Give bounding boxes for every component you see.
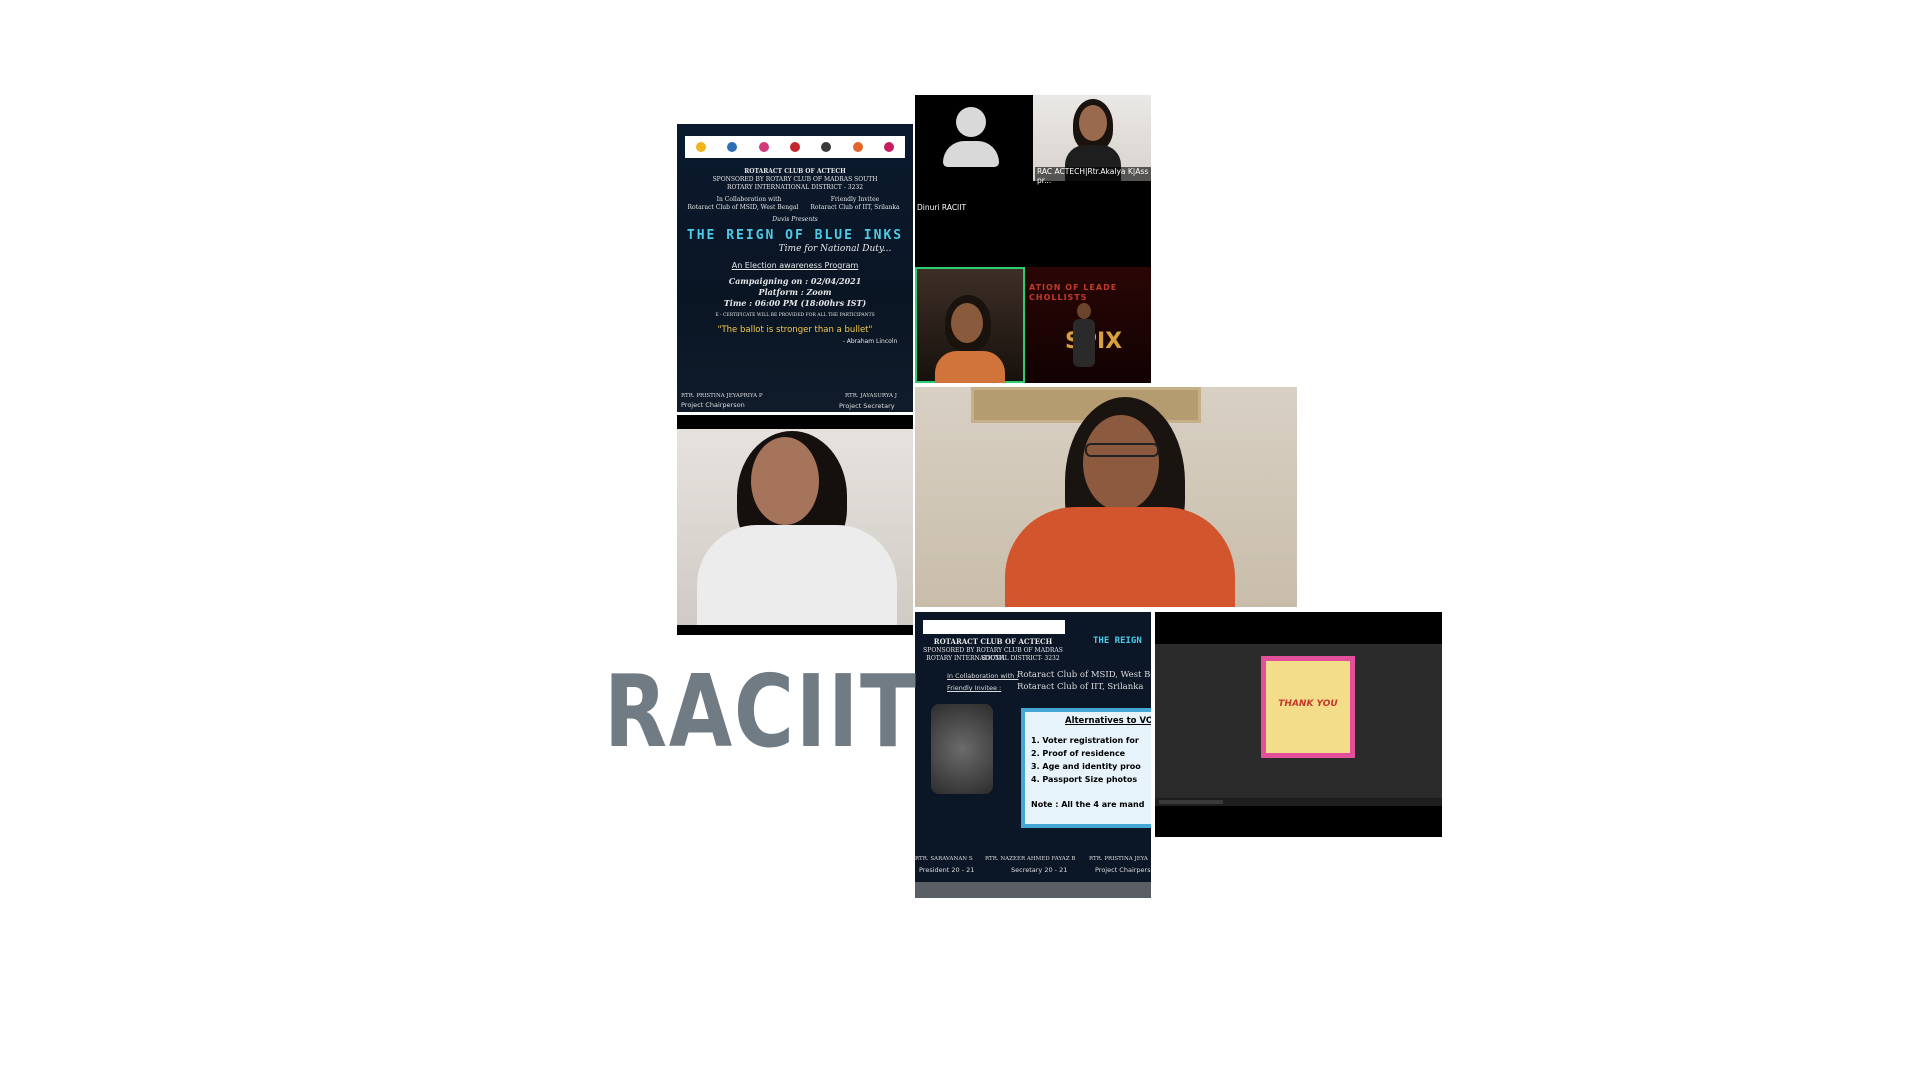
video-call-grid: Dinuri RACIIT RAC ACTECH|Rtr.Akalya K|As… — [915, 95, 1151, 383]
slide-collab-club: Rotaract Club of MSID, West Be — [1017, 670, 1151, 680]
poster-date: Campaigning on : 02/04/2021 — [728, 276, 862, 286]
poster-platform: Platform : Zoom — [758, 287, 832, 297]
participant-video-speaking[interactable] — [915, 267, 1025, 383]
poster-presents: Duvis Presents — [772, 216, 818, 223]
participant-video-stage[interactable]: ATION OF LEADE CHOLLISTS SPIX — [1025, 267, 1151, 383]
rotary-logo-icon — [695, 142, 706, 152]
footer-secretary-role: Secretary 20 - 21 — [1011, 866, 1068, 874]
slide-title-fragment: THE REIGN — [1093, 636, 1142, 646]
poster-subtitle: Time for National Duty... — [778, 244, 892, 254]
poster-program: An Election awareness Program — [731, 261, 859, 270]
footer-secretary-name: RTR. NAZEER AHMED FAYAZ B — [985, 856, 1076, 862]
shield-logo-icon — [821, 142, 832, 152]
thank-you-card: THANK YOU — [1261, 656, 1355, 758]
participant-name-dinuri: Dinuri RACIIT — [917, 203, 967, 212]
poster-certificate: E - CERTIFICATE WILL BE PROVIDED FOR ALL… — [715, 313, 875, 318]
poster-secretary-name: RTR. JAYASURYA J — [845, 393, 897, 399]
presentation-slide: ROTARACT CLUB OF ACTECH SPONSORED BY ROT… — [915, 612, 1151, 898]
alternatives-box: Alternatives to VO 1. Voter registration… — [1021, 708, 1151, 828]
poster-title: THE REIGN OF BLUE INKS — [686, 228, 904, 243]
poster-sponsor: SPONSORED BY ROTARY CLUB OF MADRAS SOUTH — [712, 176, 878, 183]
taskbar — [1155, 798, 1442, 806]
slide-district: ROTARY INTERNATIONAL DISTRICT- 3232 — [926, 655, 1060, 662]
alternatives-title: Alternatives to VO — [1065, 716, 1151, 726]
slide-logos — [923, 620, 1065, 634]
slide-invitee-label: Friendly Invitee : — [947, 684, 1002, 692]
user-avatar-icon — [941, 107, 1001, 171]
poster-time: Time : 06:00 PM (18:00hrs IST) — [723, 298, 867, 308]
msid-logo-icon — [852, 142, 863, 152]
event-poster: ROTARACT CLUB OF ACTECH SPONSORED BY ROT… — [677, 124, 913, 412]
participant-name-akalya: RAC ACTECH|Rtr.Akalya K|Ass pr... — [1035, 167, 1151, 185]
alternative-item: 4. Passport Size photos — [1031, 775, 1138, 784]
slide-invitee-club: Rotaract Club of IIT, Srilanka — [1017, 682, 1144, 692]
brand-label: RACIIT — [604, 653, 918, 770]
participant-video-akalya[interactable]: RAC ACTECH|Rtr.Akalya K|Ass pr... — [1033, 95, 1151, 185]
footer-president-name: RTR. SARAVANAN S — [915, 856, 973, 862]
screen-share: THANK YOU — [1155, 612, 1442, 837]
alternatives-note: Note : All the 4 are mand — [1031, 800, 1145, 809]
speaker-video[interactable] — [915, 387, 1297, 607]
taskbar-search-input[interactable] — [1159, 800, 1223, 804]
alternative-item: 2. Proof of residence — [1031, 749, 1126, 758]
footer-president-role: President 20 - 21 — [919, 866, 975, 874]
district-logo-icon — [727, 142, 738, 152]
slide-club: ROTARACT CLUB OF ACTECH — [933, 637, 1053, 646]
poster-chair-role: Project Chairperson — [681, 401, 745, 409]
thank-you-title: THANK YOU — [1278, 699, 1338, 709]
slide-bottom-bar — [915, 882, 1151, 898]
poster-quote-author: - Abraham Lincoln — [842, 338, 898, 345]
alternative-item: 3. Age and identity proo — [1031, 762, 1141, 771]
national-emblem-icon — [931, 704, 993, 794]
footer-chair-role: Project Chairpers — [1095, 866, 1151, 874]
footer-chair-name: RTR. PRISTINA JEYA — [1089, 856, 1148, 862]
stage-banner-text: ATION OF LEADE — [1029, 283, 1118, 292]
poster-chair-name: RTR. PRISTINA JEYAPRIYA P — [681, 393, 763, 399]
sponsor-logos — [685, 136, 905, 158]
iit-logo-icon — [884, 142, 895, 152]
poster-quote: "The ballot is stronger than a bullet" — [717, 325, 873, 335]
poster-invitee-label: Friendly Invitee — [830, 196, 880, 203]
poster-secretary-role: Project Secretary — [839, 402, 895, 410]
slide-collab-label: In Collaboration with : — [947, 672, 1019, 680]
stage-banner-text-2: CHOLLISTS — [1029, 293, 1088, 302]
glasses-icon — [1085, 443, 1159, 457]
rotaract-logo-icon — [758, 142, 769, 152]
poster-invitee-club: Rotaract Club of IIT, Srilanka — [810, 204, 900, 211]
poster-district: ROTARY INTERNATIONAL DISTRICT - 3232 — [726, 184, 864, 191]
alternative-item: 1. Voter registration for — [1031, 736, 1139, 745]
poster-club: ROTARACT CLUB OF ACTECH — [744, 168, 846, 175]
club-logo-icon — [789, 142, 800, 152]
participant-video-girl[interactable] — [677, 415, 913, 635]
